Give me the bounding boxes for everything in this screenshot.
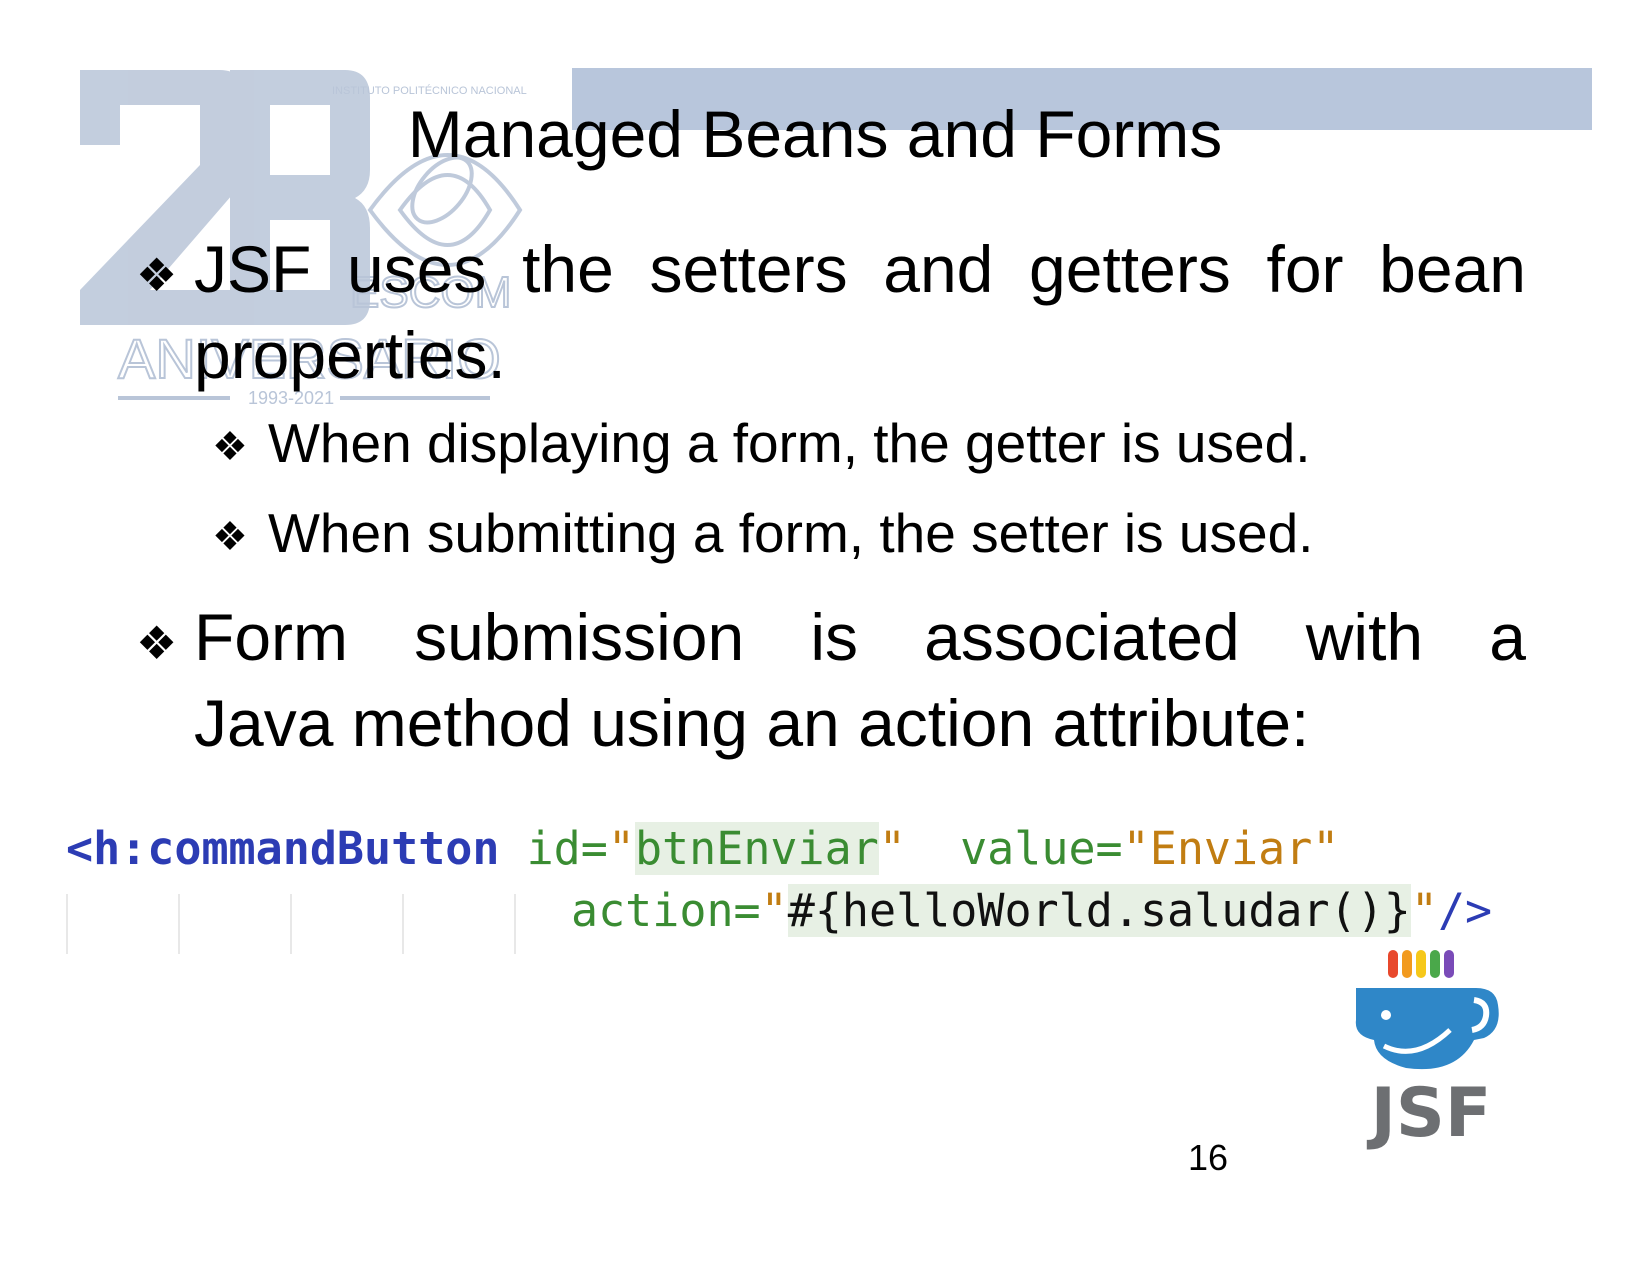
code-tag-close: /> <box>1437 884 1493 937</box>
coffee-cup-icon <box>1355 988 1499 1070</box>
word: associated <box>924 600 1240 674</box>
code-line-1: <h:commandButton id="btnEnviar" value="E… <box>66 822 1339 876</box>
word: submission <box>414 600 745 674</box>
jsf-bars-icon <box>1388 950 1454 978</box>
code-quote: " <box>760 884 788 937</box>
page-number: 16 <box>1188 1137 1229 1178</box>
bullet-4: ❖ Form submission is associated with a J… <box>136 594 1526 766</box>
code-attr-action: action= <box>571 884 761 937</box>
jsf-logo-text: JSF <box>1367 1074 1492 1150</box>
code-id-value: btnEnviar <box>634 822 879 875</box>
word: with <box>1305 600 1424 674</box>
bullet-text: When submitting a form, the setter is us… <box>268 502 1314 564</box>
word: is <box>810 600 859 674</box>
jsf-logo: JSF <box>1355 950 1499 1150</box>
bullet-text: Form submission is associated with a Jav… <box>194 594 1526 766</box>
code-tag-open: <h:commandButton <box>66 822 500 875</box>
code-attr-value: value= <box>960 822 1123 875</box>
diamond-bullet-icon: ❖ <box>212 515 248 559</box>
code-attr-id: id= <box>526 822 608 875</box>
slide: INSTITUTO POLITÉCNICO NACIONAL ESCOM ANI… <box>0 0 1650 1275</box>
bullet-3: ❖ When submitting a form, the setter is … <box>212 498 1542 572</box>
diamond-bullet-icon: ❖ <box>136 617 178 669</box>
code-quote: " <box>607 822 635 875</box>
bullet-text-line-1: Form submission is associated with a <box>194 594 1526 680</box>
code-line-2: action="#{helloWorld.saludar()}"/> <box>571 884 1492 938</box>
word: a <box>1489 600 1526 674</box>
bullet-text: When displaying a form, the getter is us… <box>268 412 1311 474</box>
code-quote: " <box>878 822 906 875</box>
bullet-text: JSF uses the setters and getters for bea… <box>194 232 1526 392</box>
code-action-value: #{helloWorld.saludar()} <box>787 884 1411 937</box>
word: Form <box>194 600 348 674</box>
bullet-1: ❖ JSF uses the setters and getters for b… <box>136 226 1526 398</box>
bullet-2: ❖ When displaying a form, the getter is … <box>212 408 1542 482</box>
diamond-bullet-icon: ❖ <box>212 425 248 469</box>
code-quote: " <box>1410 884 1438 937</box>
bullet-text-line-2: Java method using an action attribute: <box>194 686 1310 760</box>
diamond-bullet-icon: ❖ <box>136 249 178 301</box>
code-value-value: "Enviar" <box>1122 822 1340 875</box>
slide-title: Managed Beans and Forms <box>407 97 1223 171</box>
code-snippet: <h:commandButton id="btnEnviar" value="E… <box>66 822 1586 954</box>
